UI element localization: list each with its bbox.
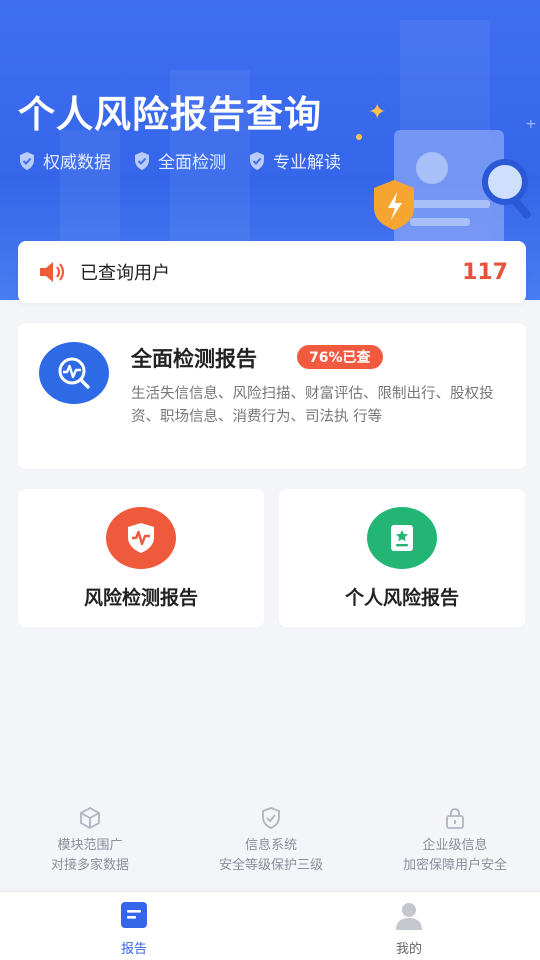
- shield-check-icon: [20, 151, 34, 170]
- tab-mine[interactable]: 我的: [349, 900, 469, 957]
- queried-users-count: 117: [462, 259, 508, 285]
- shield-check-icon: [262, 807, 280, 829]
- assurance-item: 信息系统 安全等级保护三级: [181, 806, 361, 876]
- assurance-line1: 模块范围广: [57, 838, 123, 853]
- full-report-description: 生活失信信息、风险扫描、财富评估、限制出行、股权投资、职场信息、消费行为、司法执…: [131, 386, 494, 425]
- report-icon: [121, 902, 147, 928]
- magnifier-pulse-icon: [58, 357, 90, 389]
- assurance-line2: 加密保障用户安全: [402, 858, 507, 873]
- lock-icon: [446, 808, 464, 829]
- decor-dot: [356, 134, 362, 140]
- shield-check-icon: [250, 151, 264, 170]
- assurance-line1: 信息系统: [244, 838, 297, 853]
- hero-tag-label: 全面检测: [158, 153, 226, 173]
- hero-tag: 专业解读: [248, 148, 341, 173]
- bottom-tab-bar: 报告 我的: [0, 891, 540, 960]
- personal-risk-report-card[interactable]: 个人风险报告: [279, 489, 525, 627]
- hero-tag-label: 权威数据: [43, 153, 111, 173]
- tab-label: 报告: [120, 942, 147, 957]
- queried-users-bar: 已查询用户 117: [18, 241, 526, 303]
- risk-detection-icon-circle: [106, 507, 176, 569]
- assurance-item: 模块范围广 对接多家数据: [0, 806, 180, 876]
- assurance-item: 企业级信息 加密保障用户安全: [365, 806, 540, 876]
- assurance-line1: 企业级信息: [422, 838, 488, 853]
- hero-tag: 权威数据: [18, 148, 111, 173]
- risk-detection-report-title: 风险检测报告: [83, 587, 198, 609]
- shield-pulse-icon: [128, 523, 154, 553]
- page-title: 个人风险报告查询: [18, 93, 322, 136]
- personal-risk-report-title: 个人风险报告: [344, 587, 459, 609]
- user-avatar-icon: [396, 903, 422, 930]
- document-star-icon: [391, 525, 413, 551]
- status-badge: 76%已查: [297, 345, 383, 369]
- tab-report[interactable]: 报告: [74, 900, 194, 957]
- cube-icon: [80, 806, 100, 830]
- full-report-title: 全面检测报告: [131, 347, 257, 371]
- personal-risk-icon-circle: [367, 507, 437, 569]
- speaker-icon: [40, 262, 65, 282]
- report-illustration-icon: +: [374, 120, 537, 250]
- hero-tag: 全面检测: [133, 148, 226, 173]
- full-report-card[interactable]: 全面检测报告 76%已查 生活失信信息、风险扫描、财富评估、限制出行、股权投资、…: [18, 323, 526, 469]
- assurance-line2: 安全等级保护三级: [218, 858, 323, 873]
- risk-detection-report-card[interactable]: 风险检测报告: [18, 489, 264, 627]
- tab-label: 我的: [395, 942, 422, 957]
- full-report-icon-circle: [39, 342, 109, 404]
- hero-tags: 权威数据 全面检测 专业解读: [18, 148, 341, 173]
- shield-check-icon: [135, 151, 149, 170]
- assurance-line2: 对接多家数据: [50, 858, 129, 873]
- queried-users-label: 已查询用户: [80, 263, 170, 284]
- hero-tag-label: 专业解读: [273, 153, 341, 173]
- svg-text:+: +: [525, 120, 537, 132]
